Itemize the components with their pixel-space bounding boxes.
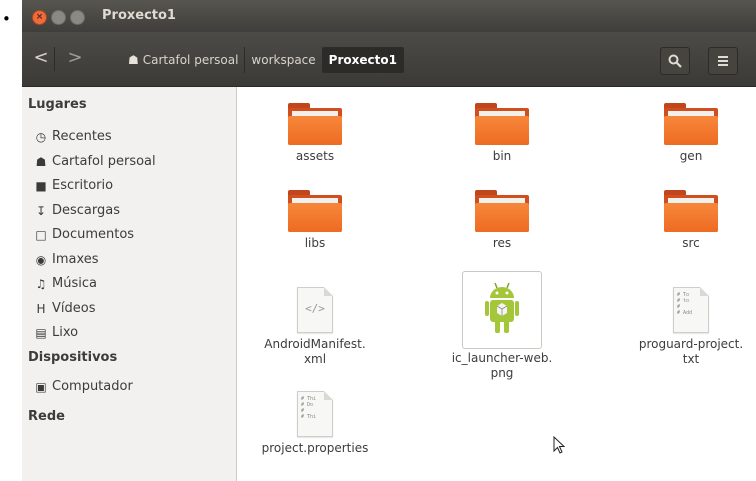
file-item[interactable]: src	[626, 190, 756, 251]
file-item[interactable]: # Thi # Do # # Thi project.properties	[250, 391, 380, 456]
sidebar-item-descargas[interactable]: ↧ Descargas	[34, 203, 120, 218]
film-icon: H	[36, 301, 46, 316]
home-icon: ☗	[128, 53, 139, 67]
minimize-window-button[interactable]	[51, 10, 66, 25]
sidebar-heading-places: Lugares	[28, 97, 87, 112]
sidebar-item-label: Documentos	[52, 227, 135, 242]
file-name: ic_launcher-web. png	[451, 351, 553, 380]
file-name: bin	[492, 149, 512, 163]
sidebar-item-label: Lixo	[52, 325, 79, 340]
sidebar-item-recentes[interactable]: ◷ Recentes	[34, 129, 112, 144]
folder-icon	[288, 190, 342, 232]
title-bar: × Proxecto1	[22, 0, 756, 32]
file-item-selected[interactable]: ic_launcher-web. png	[437, 271, 567, 381]
sidebar-item-escritorio[interactable]: ■ Escritorio	[34, 178, 113, 193]
forward-button[interactable]: >	[62, 47, 88, 71]
clock-icon: ◷	[35, 129, 47, 144]
sidebar-item-musica[interactable]: ♫ Música	[34, 276, 97, 291]
breadcrumb-label: Cartafol persoal	[142, 53, 239, 67]
file-name: AndroidManifest. xml	[264, 337, 366, 366]
breadcrumb-home[interactable]: ☗ Cartafol persoal	[124, 47, 246, 73]
folder-icon	[475, 190, 529, 232]
folder-icon	[664, 103, 718, 145]
close-window-button[interactable]: ×	[32, 10, 47, 25]
xml-file-icon: </>	[297, 287, 333, 333]
window-title: Proxecto1	[102, 8, 176, 23]
image-thumbnail	[462, 271, 542, 349]
trash-icon: ▤	[35, 325, 47, 340]
desktop-icon: ■	[35, 178, 47, 193]
document-icon: □	[35, 227, 47, 242]
folder-icon	[664, 190, 718, 232]
sidebar-item-label: Vídeos	[52, 301, 96, 316]
sidebar-item-label: Cartafol persoal	[52, 154, 156, 169]
search-button[interactable]	[660, 47, 690, 75]
breadcrumb-workspace[interactable]: workspace	[245, 47, 323, 73]
chevron-right-icon: >	[67, 47, 83, 68]
file-name: project.properties	[261, 441, 369, 455]
list-bullet: •	[2, 10, 11, 28]
search-icon	[668, 54, 682, 68]
file-item[interactable]: assets	[250, 103, 380, 164]
music-icon: ♫	[35, 276, 47, 291]
sidebar-item-label: Descargas	[52, 203, 121, 218]
breadcrumb: ☗ Cartafol persoal workspace Proxecto1	[124, 47, 404, 73]
sidebar-item-lixo[interactable]: ▤ Lixo	[34, 325, 78, 340]
file-view: assets bin gen libs res src </> AndroidM…	[237, 87, 756, 481]
chevron-left-icon: <	[33, 47, 49, 68]
sidebar-item-imaxes[interactable]: ◉ Imaxes	[34, 252, 99, 267]
file-item[interactable]: res	[437, 190, 567, 251]
sidebar-item-label: Música	[52, 276, 97, 291]
file-item[interactable]: gen	[626, 103, 756, 164]
file-name: assets	[295, 149, 335, 163]
computer-icon: ▣	[35, 379, 47, 394]
back-button[interactable]: <	[28, 47, 55, 71]
breadcrumb-label: workspace	[251, 53, 316, 67]
sidebar-item-videos[interactable]: H Vídeos	[34, 301, 95, 316]
file-name: res	[492, 236, 512, 250]
file-item[interactable]: # To # to # # Add proguard-project. txt	[626, 287, 756, 367]
file-name: gen	[679, 149, 703, 163]
file-name: libs	[304, 236, 326, 250]
toolbar: < > ☗ Cartafol persoal workspace Proxecto…	[22, 32, 756, 87]
file-name: proguard-project. txt	[638, 337, 744, 366]
file-item[interactable]: bin	[437, 103, 567, 164]
folder-icon	[288, 103, 342, 145]
menu-button[interactable]	[708, 47, 738, 75]
sidebar-item-label: Computador	[52, 379, 133, 394]
home-icon: ☗	[35, 154, 47, 169]
menu-icon	[718, 56, 728, 66]
camera-icon: ◉	[35, 252, 47, 267]
sidebar-heading-devices: Dispositivos	[28, 350, 118, 365]
sidebar-item-home[interactable]: ☗ Cartafol persoal	[34, 154, 156, 169]
sidebar-item-label: Imaxes	[52, 252, 99, 267]
text-file-icon: # Thi # Do # # Thi	[297, 391, 333, 437]
sidebar-item-label: Recentes	[52, 129, 112, 144]
breadcrumb-label: Proxecto1	[328, 53, 397, 67]
mouse-pointer-icon	[553, 436, 565, 454]
breadcrumb-current[interactable]: Proxecto1	[322, 47, 404, 73]
sidebar-item-computador[interactable]: ▣ Computador	[34, 379, 133, 394]
sidebar-heading-network: Rede	[28, 409, 65, 424]
file-item[interactable]: libs	[250, 190, 380, 251]
file-manager-window: × Proxecto1 < > ☗ Cartafol persoal worksp…	[22, 0, 756, 481]
sidebar-item-label: Escritorio	[52, 178, 114, 193]
android-icon	[485, 282, 519, 333]
text-file-icon: # To # to # # Add	[673, 287, 709, 333]
file-name: src	[682, 236, 700, 250]
sidebar-item-documentos[interactable]: □ Documentos	[34, 227, 134, 242]
download-icon: ↧	[35, 203, 47, 218]
folder-icon	[475, 103, 529, 145]
file-item[interactable]: </> AndroidManifest. xml	[250, 287, 380, 367]
maximize-window-button[interactable]	[70, 10, 85, 25]
sidebar: Lugares ◷ Recentes ☗ Cartafol persoal ■ Esc…	[22, 87, 237, 481]
